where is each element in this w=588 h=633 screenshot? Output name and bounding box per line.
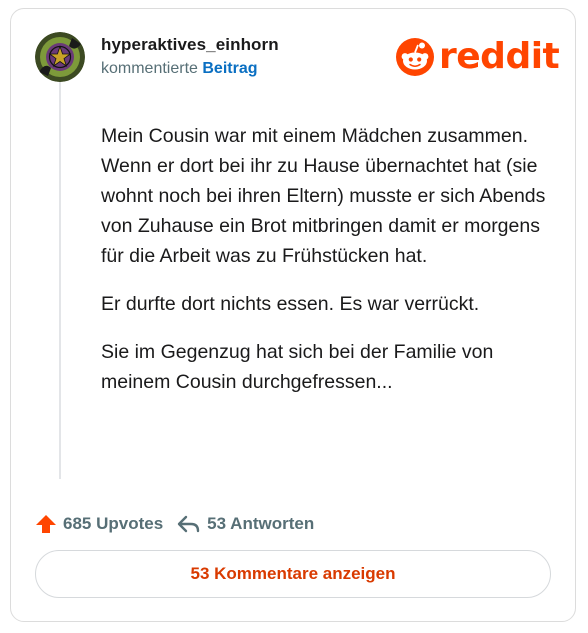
post-link[interactable]: Beitrag [202, 60, 257, 77]
action-text: kommentierte [101, 60, 198, 77]
upvote-count: 685 Upvotes [63, 514, 164, 533]
reply-arrow-icon[interactable] [177, 513, 201, 535]
view-comments-button[interactable]: 53 Kommentare anzeigen [35, 550, 551, 598]
reddit-wordmark: reddit [439, 36, 560, 77]
reddit-snoo-icon [396, 38, 434, 76]
comment-stats: 685 Upvotes 53 Antworten [35, 513, 314, 535]
reply-count: 53 Antworten [207, 514, 315, 533]
comment-paragraph: Er durfte dort nichts essen. Es war verr… [101, 293, 480, 315]
comment-paragraph: Sie im Gegenzug hat sich bei der Familie… [101, 341, 494, 393]
comment-body: Mein Cousin war mit einem Mädchen zusamm… [101, 121, 551, 415]
pentagram-avatar-icon [35, 32, 85, 82]
thread-line [59, 79, 61, 479]
username[interactable]: hyperaktives_einhorn [101, 35, 279, 55]
reddit-logo[interactable]: reddit [396, 36, 560, 77]
comment-paragraph: Mein Cousin war mit einem Mädchen zusamm… [101, 125, 546, 267]
upvote-arrow-icon[interactable] [35, 513, 57, 535]
comment-subline: kommentierte Beitrag [101, 60, 258, 78]
user-avatar[interactable] [35, 32, 85, 82]
comment-card: hyperaktives_einhorn kommentierte Beitra… [10, 8, 576, 622]
